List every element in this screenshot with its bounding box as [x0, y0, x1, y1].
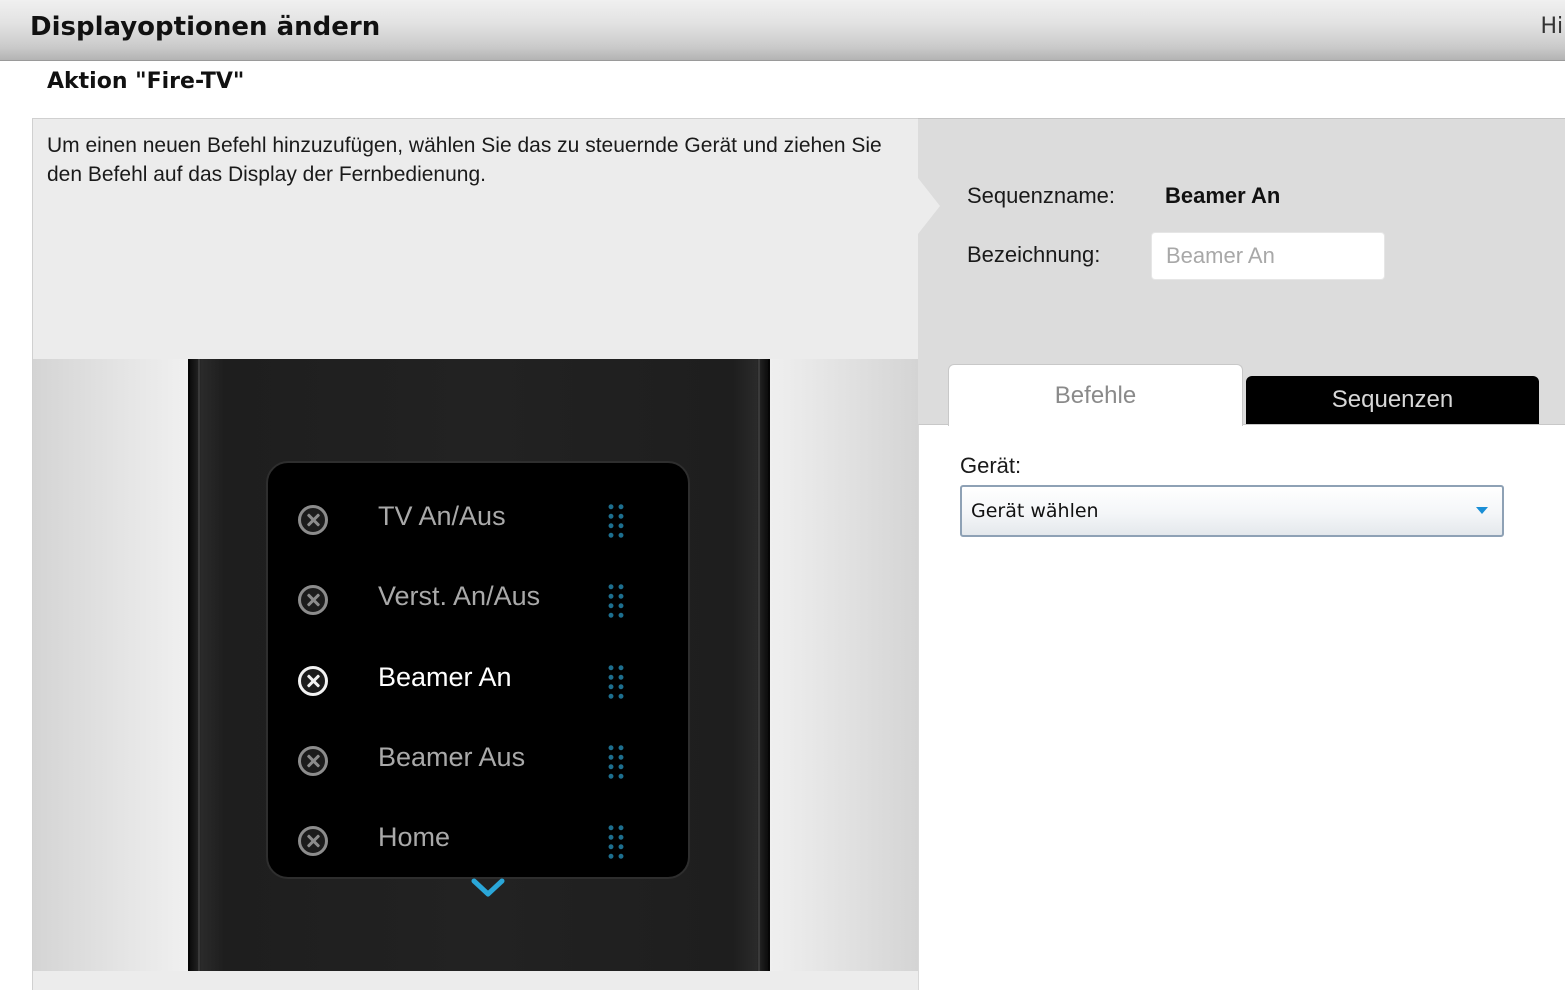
command-item[interactable]: Beamer Aus	[268, 724, 688, 804]
sequence-name-label: Sequenzname:	[967, 183, 1115, 208]
remote-control: TV An/Aus Verst. An/Aus Beamer An Beamer…	[188, 359, 770, 971]
remote-edge-left	[198, 359, 200, 971]
title-bar: Displayoptionen ändern Hilf	[0, 0, 1565, 61]
command-label: Verst. An/Aus	[378, 581, 541, 611]
sequence-name-value: Beamer An	[1165, 183, 1281, 208]
tab-sequences[interactable]: Sequenzen	[1246, 376, 1539, 424]
command-label: Beamer Aus	[378, 742, 526, 772]
command-item-selected[interactable]: Beamer An	[268, 644, 688, 724]
command-item[interactable]: Home	[268, 804, 688, 877]
remote-preview-panel: Um einen neuen Befehl hinzuzufügen, wähl…	[32, 118, 920, 990]
designation-label: Bezeichnung:	[967, 242, 1101, 267]
device-select-value: Gerät wählen	[971, 500, 1099, 522]
remote-display-area: TV An/Aus Verst. An/Aus Beamer An Beamer…	[33, 359, 919, 971]
remove-command-icon[interactable]	[298, 666, 328, 696]
remove-command-icon[interactable]	[298, 746, 328, 776]
device-label: Gerät:	[960, 453, 1022, 478]
action-title: Aktion "Fire-TV"	[47, 69, 245, 94]
drag-handle-icon[interactable]	[606, 823, 626, 861]
remote-screen[interactable]: TV An/Aus Verst. An/Aus Beamer An Beamer…	[266, 461, 690, 879]
tab-commands[interactable]: Befehle	[948, 364, 1243, 426]
chevron-down-icon[interactable]	[470, 875, 506, 901]
caret-down-icon	[1476, 507, 1488, 514]
instruction-text: Um einen neuen Befehl hinzuzufügen, wähl…	[47, 134, 882, 186]
drag-handle-icon[interactable]	[606, 502, 626, 540]
command-label: Home	[378, 822, 451, 852]
command-item[interactable]: Verst. An/Aus	[268, 563, 688, 643]
page-title: Displayoptionen ändern	[30, 12, 381, 42]
panel-pointer	[918, 178, 940, 234]
remove-command-icon[interactable]	[298, 505, 328, 535]
remove-command-icon[interactable]	[298, 826, 328, 856]
command-item[interactable]: TV An/Aus	[268, 483, 688, 563]
drag-handle-icon[interactable]	[606, 743, 626, 781]
remove-command-icon[interactable]	[298, 585, 328, 615]
designation-input[interactable]	[1151, 232, 1385, 280]
drag-handle-icon[interactable]	[606, 663, 626, 701]
command-label: Beamer An	[378, 662, 512, 692]
remote-edge-right	[758, 359, 760, 971]
command-label: TV An/Aus	[378, 501, 506, 531]
device-select[interactable]: Gerät wählen	[960, 485, 1504, 537]
drag-handle-icon[interactable]	[606, 582, 626, 620]
help-link[interactable]: Hilf	[1540, 14, 1565, 39]
